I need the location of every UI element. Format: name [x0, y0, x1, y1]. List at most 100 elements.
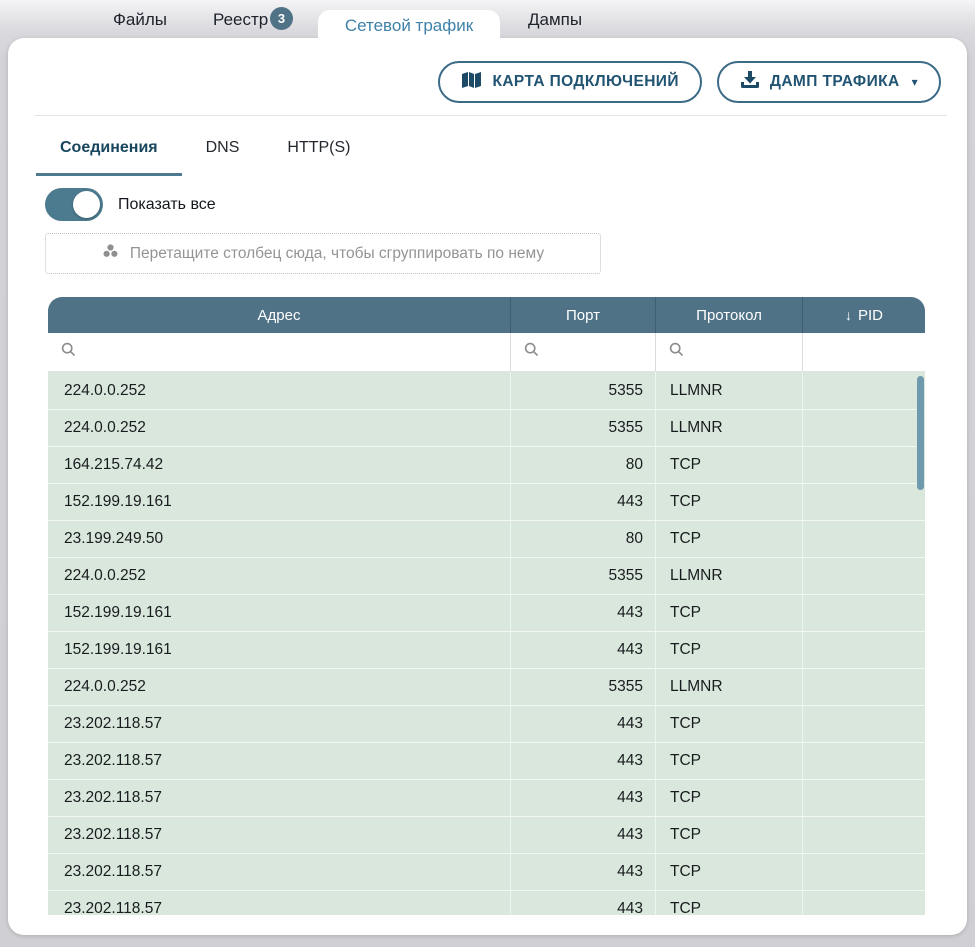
vertical-scrollbar[interactable]: [917, 376, 924, 490]
download-icon: [740, 70, 760, 94]
cell-port: 443: [510, 780, 655, 816]
tab-files[interactable]: Файлы: [113, 0, 167, 40]
cell-pid: [802, 521, 925, 557]
connections-map-label: КАРТА ПОДКЛЮЧЕНИЙ: [492, 73, 678, 91]
cell-protocol: TCP: [655, 780, 802, 816]
cell-pid: [802, 669, 925, 705]
cell-address: 224.0.0.252: [48, 410, 510, 446]
cell-port: 443: [510, 743, 655, 779]
address-header-label: Адрес: [258, 307, 301, 324]
cell-protocol: LLMNR: [655, 372, 802, 409]
table-row[interactable]: 152.199.19.161443TCP: [48, 594, 925, 631]
pid-header-label: PID: [858, 307, 883, 324]
chevron-down-icon: ▾: [912, 75, 918, 89]
protocol-header-label: Протокол: [696, 307, 762, 324]
connections-map-button[interactable]: КАРТА ПОДКЛЮЧЕНИЙ: [438, 61, 701, 103]
table-row[interactable]: 23.202.118.57443TCP: [48, 779, 925, 816]
cell-address: 23.202.118.57: [48, 854, 510, 890]
cell-port: 80: [510, 447, 655, 483]
cell-pid: [802, 632, 925, 668]
cell-port: 5355: [510, 410, 655, 446]
content-card: КАРТА ПОДКЛЮЧЕНИЙ ДАМП ТРАФИКА ▾ Соедине…: [8, 38, 967, 935]
column-header-port[interactable]: Порт: [510, 297, 655, 333]
traffic-dump-label: ДАМП ТРАФИКА: [770, 73, 900, 91]
cell-port: 443: [510, 891, 655, 915]
cell-address: 23.202.118.57: [48, 780, 510, 816]
column-header-protocol[interactable]: Протокол: [655, 297, 802, 333]
cell-protocol: TCP: [655, 743, 802, 779]
port-filter-input[interactable]: [510, 333, 655, 371]
table-row[interactable]: 164.215.74.4280TCP: [48, 446, 925, 483]
table-row[interactable]: 23.202.118.57443TCP: [48, 890, 925, 915]
cell-protocol: TCP: [655, 484, 802, 520]
toggle-knob: [73, 191, 100, 218]
group-icon: [102, 243, 119, 264]
cell-protocol: TCP: [655, 891, 802, 915]
table-row[interactable]: 152.199.19.161443TCP: [48, 631, 925, 668]
cell-pid: [802, 372, 925, 409]
table-row[interactable]: 23.202.118.57443TCP: [48, 742, 925, 779]
column-header-pid[interactable]: ↓ PID: [802, 297, 925, 333]
group-by-dropzone[interactable]: Перетащите столбец сюда, чтобы сгруппиро…: [45, 233, 601, 274]
cell-pid: [802, 891, 925, 915]
group-hint-text: Перетащите столбец сюда, чтобы сгруппиро…: [130, 245, 544, 263]
cell-address: 224.0.0.252: [48, 558, 510, 594]
cell-port: 80: [510, 521, 655, 557]
cell-port: 443: [510, 595, 655, 631]
table-row[interactable]: 224.0.0.2525355LLMNR: [48, 668, 925, 705]
cell-address: 23.202.118.57: [48, 706, 510, 742]
table-row[interactable]: 224.0.0.2525355LLMNR: [48, 557, 925, 594]
table-row[interactable]: 23.202.118.57443TCP: [48, 853, 925, 890]
cell-pid: [802, 595, 925, 631]
cell-address: 152.199.19.161: [48, 484, 510, 520]
table-row[interactable]: 23.199.249.5080TCP: [48, 520, 925, 557]
table-row[interactable]: 224.0.0.2525355LLMNR: [48, 409, 925, 446]
cell-port: 5355: [510, 669, 655, 705]
table-row[interactable]: 152.199.19.161443TCP: [48, 483, 925, 520]
cell-port: 443: [510, 817, 655, 853]
cell-protocol: TCP: [655, 706, 802, 742]
show-all-label: Показать все: [118, 196, 216, 214]
cell-protocol: LLMNR: [655, 558, 802, 594]
show-all-row: Показать все: [45, 188, 216, 221]
cell-port: 443: [510, 484, 655, 520]
cell-pid: [802, 447, 925, 483]
cell-pid: [802, 558, 925, 594]
cell-protocol: TCP: [655, 447, 802, 483]
cell-port: 5355: [510, 372, 655, 409]
cell-protocol: TCP: [655, 817, 802, 853]
toolbar: КАРТА ПОДКЛЮЧЕНИЙ ДАМП ТРАФИКА ▾: [438, 61, 941, 103]
address-filter-input[interactable]: [48, 333, 510, 371]
cell-address: 152.199.19.161: [48, 632, 510, 668]
cell-port: 5355: [510, 558, 655, 594]
search-icon: [61, 342, 76, 362]
cell-address: 23.202.118.57: [48, 817, 510, 853]
search-icon: [669, 342, 684, 362]
subtab-connections[interactable]: Соединения: [36, 136, 182, 176]
pid-filter-cell: [802, 333, 925, 371]
sort-descending-icon: ↓: [845, 307, 852, 323]
table-row[interactable]: 23.202.118.57443TCP: [48, 816, 925, 853]
table-row[interactable]: 23.202.118.57443TCP: [48, 705, 925, 742]
cell-pid: [802, 854, 925, 890]
cell-address: 164.215.74.42: [48, 447, 510, 483]
cell-protocol: TCP: [655, 521, 802, 557]
search-icon: [524, 342, 539, 362]
table-row[interactable]: 224.0.0.2525355LLMNR: [48, 372, 925, 409]
traffic-dump-button[interactable]: ДАМП ТРАФИКА ▾: [717, 61, 941, 103]
cell-pid: [802, 484, 925, 520]
tab-registry[interactable]: Реестр: [213, 0, 268, 40]
cell-pid: [802, 743, 925, 779]
protocol-filter-input[interactable]: [655, 333, 802, 371]
tab-dumps[interactable]: Дампы: [528, 0, 582, 40]
subtab-https[interactable]: HTTP(S): [263, 136, 374, 176]
show-all-toggle[interactable]: [45, 188, 103, 221]
cell-pid: [802, 410, 925, 446]
subtab-dns[interactable]: DNS: [182, 136, 264, 176]
column-header-address[interactable]: Адрес: [48, 297, 510, 333]
cell-protocol: TCP: [655, 632, 802, 668]
cell-address: 224.0.0.252: [48, 669, 510, 705]
tab-network-traffic[interactable]: Сетевой трафик: [318, 10, 500, 44]
cell-protocol: LLMNR: [655, 669, 802, 705]
cell-pid: [802, 780, 925, 816]
